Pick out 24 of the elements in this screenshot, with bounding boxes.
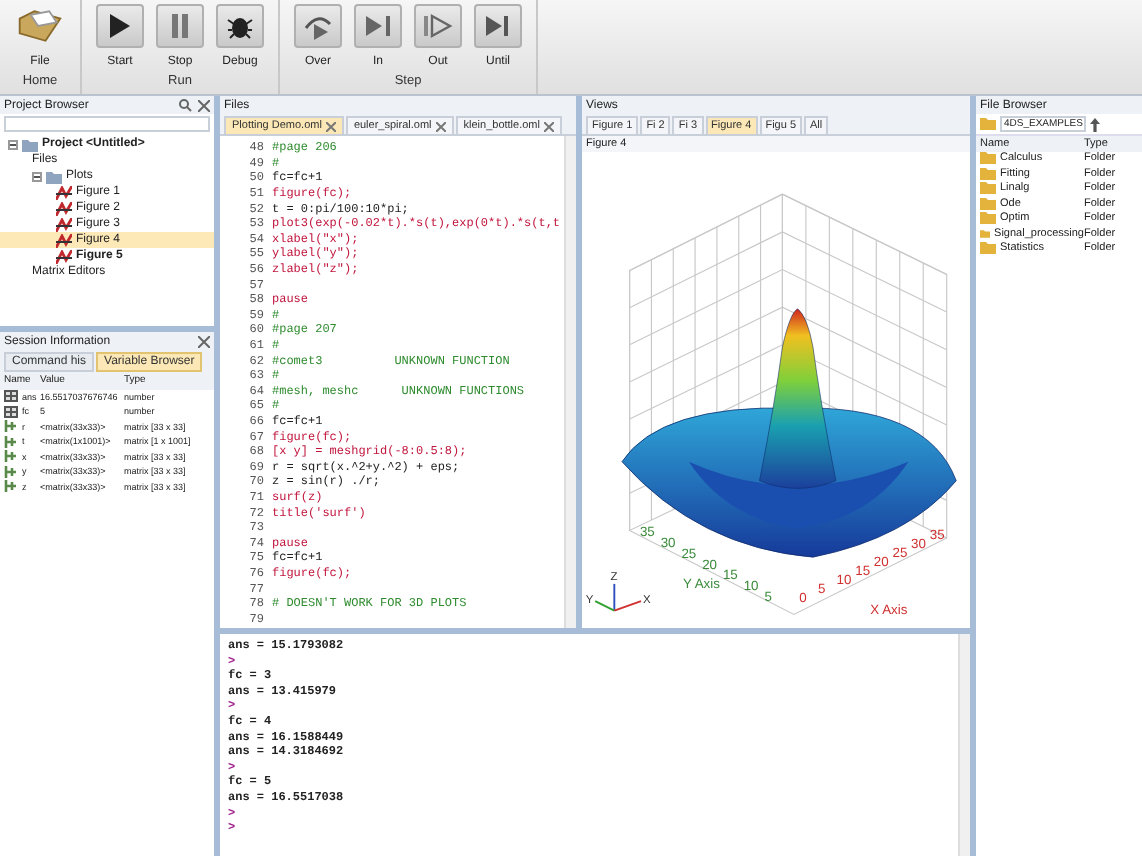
scrollbar[interactable] [564,136,576,628]
folder-icon [16,6,64,46]
play-icon [108,12,132,40]
bug-icon [226,12,254,40]
filter-field[interactable] [4,116,210,132]
folder-icon [980,118,996,130]
scrollbar[interactable] [958,634,970,856]
up-arrow-icon[interactable] [1090,117,1101,131]
close-icon[interactable] [325,121,336,131]
expander-icon[interactable] [32,171,42,181]
folder-icon [46,169,62,183]
step-in-icon [362,12,394,40]
close-icon [198,335,210,347]
stop-icon [170,12,190,40]
close-icon [198,99,210,111]
step-out-icon [422,12,454,40]
close-icon[interactable] [435,121,446,131]
step-over-icon [302,12,334,40]
axis-triad-icon [594,582,642,612]
expander-icon[interactable] [8,139,18,149]
search-icon [178,98,192,112]
close-icon[interactable] [543,121,554,131]
run-to-icon [482,12,514,40]
folder-icon [22,137,38,151]
